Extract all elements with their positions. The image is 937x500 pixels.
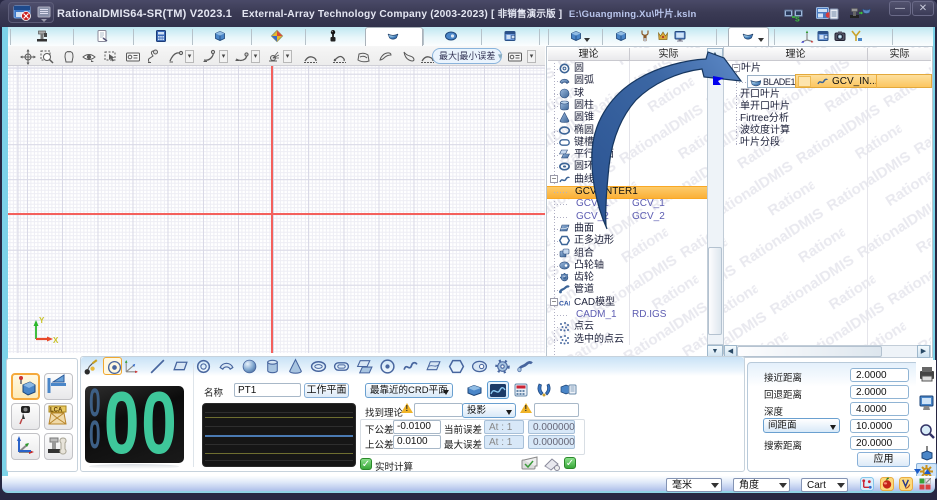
svg-text:Y: Y (39, 316, 45, 325)
svg-text:S: S (795, 17, 800, 23)
svg-text:X: X (53, 336, 59, 343)
